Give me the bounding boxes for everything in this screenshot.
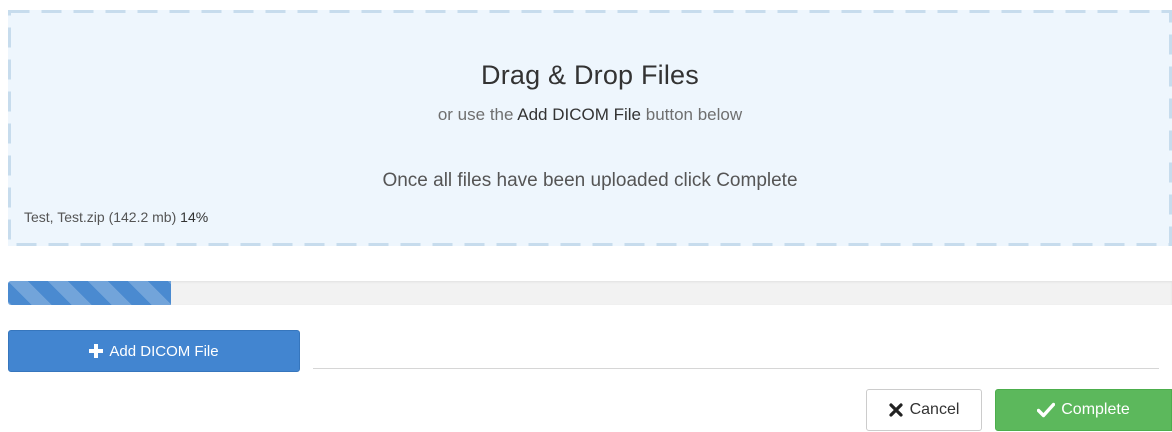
upload-page: Drag & Drop Files or use the Add DICOM F… — [0, 0, 1172, 432]
uploading-file-entry: Test, Test.zip (142.2 mb) 14% — [24, 209, 208, 225]
upload-progress-fill — [8, 281, 171, 305]
complete-button[interactable]: Complete — [995, 389, 1172, 431]
upload-progress-bar — [8, 281, 1172, 305]
subtitle-suffix: button below — [645, 105, 743, 124]
subtitle-button-name: Add DICOM File — [517, 105, 641, 124]
subtitle-prefix: or use the — [437, 105, 514, 124]
plus-icon — [89, 344, 104, 358]
drop-zone-title: Drag & Drop Files — [481, 60, 699, 90]
file-progress-percent: 14% — [180, 209, 209, 225]
add-dicom-file-button[interactable]: Add DICOM File — [8, 330, 300, 372]
cancel-label: Cancel — [909, 401, 960, 418]
drop-zone-instruction: Once all files have been uploaded click … — [382, 170, 798, 191]
close-icon — [888, 403, 903, 417]
add-dicom-file-label: Add DICOM File — [109, 342, 219, 360]
cancel-button[interactable]: Cancel — [866, 389, 982, 431]
footer-divider — [313, 368, 1159, 369]
file-size: (142.2 mb) — [108, 209, 177, 225]
drop-zone-subtitle: or use the Add DICOM File button below — [8, 105, 1172, 125]
complete-label: Complete — [1061, 401, 1130, 418]
check-icon — [1037, 402, 1056, 418]
file-name: Test, Test.zip — [24, 209, 105, 225]
file-drop-zone[interactable]: Drag & Drop Files or use the Add DICOM F… — [8, 10, 1172, 246]
